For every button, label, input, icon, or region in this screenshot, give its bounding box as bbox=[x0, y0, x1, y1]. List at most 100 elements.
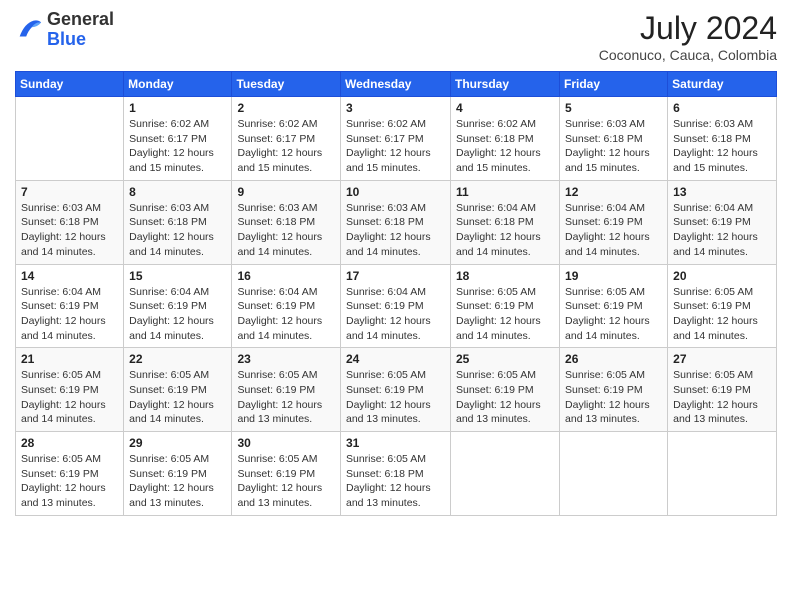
calendar-week-5: 28Sunrise: 6:05 AMSunset: 6:19 PMDayligh… bbox=[16, 432, 777, 516]
calendar-cell: 29Sunrise: 6:05 AMSunset: 6:19 PMDayligh… bbox=[124, 432, 232, 516]
daylight-text: Daylight: 12 hours and 15 minutes. bbox=[456, 146, 554, 175]
sunset-text: Sunset: 6:19 PM bbox=[237, 467, 335, 482]
daylight-text: Daylight: 12 hours and 13 minutes. bbox=[129, 481, 226, 510]
sunrise-text: Sunrise: 6:05 AM bbox=[21, 368, 118, 383]
sunset-text: Sunset: 6:18 PM bbox=[346, 467, 445, 482]
day-info: Sunrise: 6:05 AMSunset: 6:18 PMDaylight:… bbox=[346, 452, 445, 511]
calendar-cell: 20Sunrise: 6:05 AMSunset: 6:19 PMDayligh… bbox=[668, 264, 777, 348]
calendar-cell: 23Sunrise: 6:05 AMSunset: 6:19 PMDayligh… bbox=[232, 348, 341, 432]
sunset-text: Sunset: 6:18 PM bbox=[129, 215, 226, 230]
day-info: Sunrise: 6:05 AMSunset: 6:19 PMDaylight:… bbox=[129, 452, 226, 511]
day-number: 2 bbox=[237, 101, 335, 115]
daylight-text: Daylight: 12 hours and 13 minutes. bbox=[237, 398, 335, 427]
day-info: Sunrise: 6:05 AMSunset: 6:19 PMDaylight:… bbox=[237, 368, 335, 427]
day-number: 18 bbox=[456, 269, 554, 283]
sunset-text: Sunset: 6:19 PM bbox=[129, 467, 226, 482]
calendar-cell bbox=[451, 432, 560, 516]
day-number: 17 bbox=[346, 269, 445, 283]
daylight-text: Daylight: 12 hours and 14 minutes. bbox=[237, 314, 335, 343]
daylight-text: Daylight: 12 hours and 15 minutes. bbox=[129, 146, 226, 175]
day-info: Sunrise: 6:02 AMSunset: 6:17 PMDaylight:… bbox=[237, 117, 335, 176]
calendar-cell: 8Sunrise: 6:03 AMSunset: 6:18 PMDaylight… bbox=[124, 180, 232, 264]
sunrise-text: Sunrise: 6:05 AM bbox=[346, 368, 445, 383]
calendar-cell: 6 Sunrise: 6:03 AMSunset: 6:18 PMDaylight… bbox=[668, 97, 777, 181]
day-info: Sunrise: 6:04 AMSunset: 6:19 PMDaylight:… bbox=[673, 201, 771, 260]
calendar-cell: 27Sunrise: 6:05 AMSunset: 6:19 PMDayligh… bbox=[668, 348, 777, 432]
sunrise-text: Sunrise: 6:03 AM bbox=[237, 201, 335, 216]
daylight-text: Daylight: 12 hours and 14 minutes. bbox=[21, 314, 118, 343]
daylight-text: Daylight: 12 hours and 14 minutes. bbox=[673, 314, 771, 343]
sunset-text: Sunset: 6:18 PM bbox=[456, 132, 554, 147]
sunrise-text: Sunrise: 6:05 AM bbox=[237, 452, 335, 467]
sunset-text: Sunset: 6:19 PM bbox=[129, 383, 226, 398]
day-info: Sunrise: 6:04 AMSunset: 6:19 PMDaylight:… bbox=[129, 285, 226, 344]
calendar-cell: 19Sunrise: 6:05 AMSunset: 6:19 PMDayligh… bbox=[560, 264, 668, 348]
day-number: 10 bbox=[346, 185, 445, 199]
title-block: July 2024 Coconuco, Cauca, Colombia bbox=[599, 10, 777, 63]
sunset-text: Sunset: 6:19 PM bbox=[673, 215, 771, 230]
day-number: 6 bbox=[673, 101, 771, 115]
daylight-text: Daylight: 12 hours and 14 minutes. bbox=[129, 398, 226, 427]
daylight-text: Daylight: 12 hours and 13 minutes. bbox=[456, 398, 554, 427]
sunset-text: Sunset: 6:18 PM bbox=[565, 132, 662, 147]
calendar-cell: 11Sunrise: 6:04 AMSunset: 6:18 PMDayligh… bbox=[451, 180, 560, 264]
day-info: Sunrise: 6:04 AMSunset: 6:19 PMDaylight:… bbox=[21, 285, 118, 344]
day-info: Sunrise: 6:05 AMSunset: 6:19 PMDaylight:… bbox=[565, 368, 662, 427]
day-info: Sunrise: 6:04 AMSunset: 6:18 PMDaylight:… bbox=[456, 201, 554, 260]
day-info: Sunrise: 6:03 AMSunset: 6:18 PMDaylight:… bbox=[129, 201, 226, 260]
sunrise-text: Sunrise: 6:03 AM bbox=[346, 201, 445, 216]
sunrise-text: Sunrise: 6:05 AM bbox=[456, 285, 554, 300]
day-info: Sunrise: 6:05 AMSunset: 6:19 PMDaylight:… bbox=[346, 368, 445, 427]
sunset-text: Sunset: 6:19 PM bbox=[673, 299, 771, 314]
sunrise-text: Sunrise: 6:04 AM bbox=[673, 201, 771, 216]
logo: General Blue bbox=[15, 10, 114, 50]
day-info: Sunrise: 6:03 AMSunset: 6:18 PMDaylight:… bbox=[21, 201, 118, 260]
daylight-text: Daylight: 12 hours and 14 minutes. bbox=[456, 230, 554, 259]
sunset-text: Sunset: 6:19 PM bbox=[565, 299, 662, 314]
sunrise-text: Sunrise: 6:03 AM bbox=[673, 117, 771, 132]
calendar-week-3: 14 Sunrise: 6:04 AMSunset: 6:19 PMDayligh… bbox=[16, 264, 777, 348]
day-number: 16 bbox=[237, 269, 335, 283]
daylight-text: Daylight: 12 hours and 14 minutes. bbox=[21, 398, 118, 427]
calendar-week-1: 1Sunrise: 6:02 AMSunset: 6:17 PMDaylight… bbox=[16, 97, 777, 181]
daylight-text: Daylight: 12 hours and 15 minutes. bbox=[565, 146, 662, 175]
day-info: Sunrise: 6:03 AMSunset: 6:18 PMDaylight:… bbox=[673, 117, 771, 176]
header: General Blue July 2024 Coconuco, Cauca, … bbox=[15, 10, 777, 63]
day-number: 3 bbox=[346, 101, 445, 115]
daylight-text: Daylight: 12 hours and 13 minutes. bbox=[346, 398, 445, 427]
day-number: 12 bbox=[565, 185, 662, 199]
sunset-text: Sunset: 6:18 PM bbox=[456, 215, 554, 230]
sunrise-text: Sunrise: 6:04 AM bbox=[565, 201, 662, 216]
day-number: 14 bbox=[21, 269, 118, 283]
sunset-text: Sunset: 6:19 PM bbox=[21, 467, 118, 482]
sunset-text: Sunset: 6:19 PM bbox=[346, 299, 445, 314]
sunset-text: Sunset: 6:19 PM bbox=[237, 383, 335, 398]
calendar-week-4: 21Sunrise: 6:05 AMSunset: 6:19 PMDayligh… bbox=[16, 348, 777, 432]
sunset-text: Sunset: 6:19 PM bbox=[456, 299, 554, 314]
location: Coconuco, Cauca, Colombia bbox=[599, 47, 777, 63]
daylight-text: Daylight: 12 hours and 14 minutes. bbox=[346, 230, 445, 259]
weekday-header-wednesday: Wednesday bbox=[341, 72, 451, 97]
calendar-cell: 14 Sunrise: 6:04 AMSunset: 6:19 PMDayligh… bbox=[16, 264, 124, 348]
day-info: Sunrise: 6:05 AMSunset: 6:19 PMDaylight:… bbox=[565, 285, 662, 344]
weekday-header-thursday: Thursday bbox=[451, 72, 560, 97]
day-number: 27 bbox=[673, 352, 771, 366]
day-number: 13 bbox=[673, 185, 771, 199]
sunrise-text: Sunrise: 6:02 AM bbox=[237, 117, 335, 132]
day-info: Sunrise: 6:02 AMSunset: 6:17 PMDaylight:… bbox=[346, 117, 445, 176]
month-year: July 2024 bbox=[599, 10, 777, 47]
day-number: 20 bbox=[673, 269, 771, 283]
sunrise-text: Sunrise: 6:05 AM bbox=[673, 368, 771, 383]
weekday-header-tuesday: Tuesday bbox=[232, 72, 341, 97]
daylight-text: Daylight: 12 hours and 14 minutes. bbox=[673, 230, 771, 259]
daylight-text: Daylight: 12 hours and 14 minutes. bbox=[21, 230, 118, 259]
calendar-cell: 9Sunrise: 6:03 AMSunset: 6:18 PMDaylight… bbox=[232, 180, 341, 264]
daylight-text: Daylight: 12 hours and 13 minutes. bbox=[673, 398, 771, 427]
calendar-table: SundayMondayTuesdayWednesdayThursdayFrid… bbox=[15, 71, 777, 516]
calendar-cell bbox=[16, 97, 124, 181]
sunset-text: Sunset: 6:17 PM bbox=[237, 132, 335, 147]
day-number: 1 bbox=[129, 101, 226, 115]
sunset-text: Sunset: 6:18 PM bbox=[346, 215, 445, 230]
calendar-cell bbox=[668, 432, 777, 516]
daylight-text: Daylight: 12 hours and 14 minutes. bbox=[129, 230, 226, 259]
